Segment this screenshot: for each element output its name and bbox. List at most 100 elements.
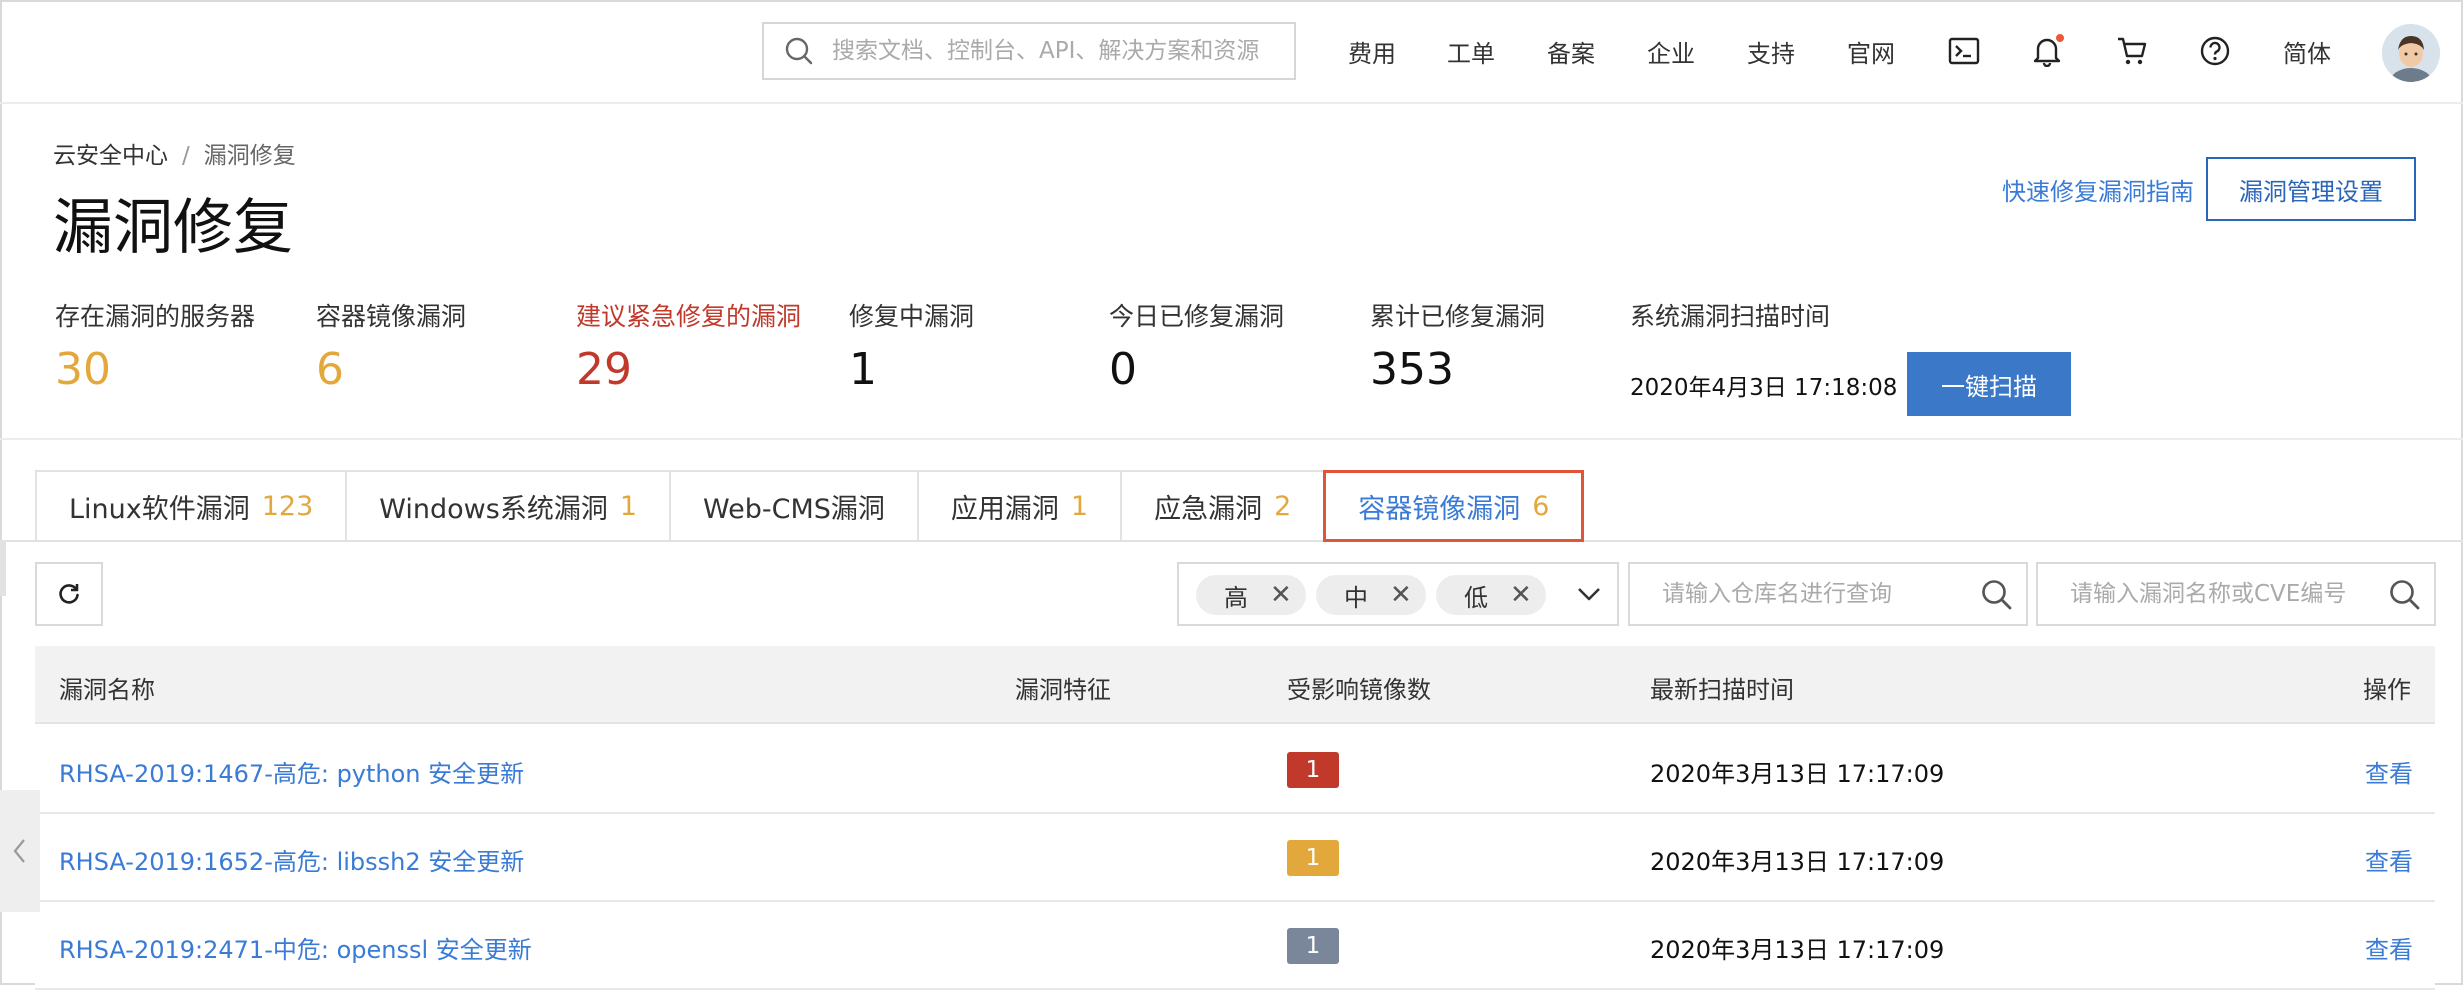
affected-count-badge: 1: [1287, 928, 1339, 964]
affected-count-badge: 1: [1287, 752, 1339, 788]
table-row: RHSA-2019:2471-中危: openssl 安全更新 1 2020年3…: [35, 902, 2435, 990]
tab-label: Windows系统漏洞: [379, 493, 608, 525]
column-header-name: 漏洞名称: [59, 676, 155, 704]
tab-count: 6: [1532, 490, 1550, 522]
search-icon: [785, 37, 813, 65]
bell-icon[interactable]: [2030, 34, 2064, 68]
level-tag-label: 低: [1464, 583, 1488, 612]
stat-value-servers[interactable]: 30: [55, 348, 111, 392]
vuln-search-input[interactable]: [2068, 580, 2372, 608]
table-row: RHSA-2019:1467-高危: python 安全更新 1 2020年3月…: [35, 726, 2435, 814]
view-link[interactable]: 查看: [2365, 754, 2413, 789]
notification-dot: [2056, 34, 2064, 42]
tab-count: 1: [619, 490, 638, 522]
column-header-action: 操作: [2363, 676, 2411, 704]
column-header-affected-images: 受影响镜像数: [1287, 676, 1431, 704]
tab-windows[interactable]: Windows系统漏洞 1: [345, 470, 670, 542]
level-tag-high: 高 ✕: [1196, 575, 1306, 615]
stat-value-fixing[interactable]: 1: [849, 348, 877, 392]
scan-time-cell: 2020年3月13日 17:17:09: [1650, 760, 1945, 788]
top-bar: 费用 工单 备案 企业 支持 官网 简体: [0, 0, 2463, 104]
affected-count-badge: 1: [1287, 840, 1339, 876]
search-icon[interactable]: [2388, 578, 2422, 612]
vuln-settings-button[interactable]: 漏洞管理设置: [2206, 157, 2416, 221]
scan-time-cell: 2020年3月13日 17:17:09: [1650, 936, 1945, 964]
tab-count: 1: [1070, 490, 1089, 522]
tab-label: Linux软件漏洞: [69, 493, 250, 525]
stat-value-fixed-total[interactable]: 353: [1370, 348, 1454, 392]
tab-label: 应用漏洞: [950, 493, 1059, 525]
nav-tickets[interactable]: 工单: [1447, 34, 1495, 69]
tab-linux[interactable]: Linux软件漏洞 123: [35, 470, 346, 542]
level-tag-medium: 中 ✕: [1316, 575, 1426, 615]
vuln-name-link[interactable]: RHSA-2019:2471-中危: openssl 安全更新: [59, 930, 532, 965]
view-link[interactable]: 查看: [2365, 842, 2413, 877]
help-icon[interactable]: [2198, 34, 2232, 68]
table-row: RHSA-2019:1652-高危: libssh2 安全更新 1 2020年3…: [35, 814, 2435, 902]
repo-search-input[interactable]: [1660, 580, 1964, 608]
remove-tag-icon[interactable]: ✕: [1510, 580, 1532, 610]
search-icon[interactable]: [1980, 578, 2014, 612]
cart-icon[interactable]: [2115, 34, 2149, 68]
stat-value-urgent[interactable]: 29: [576, 348, 632, 392]
tab-label: 容器镜像漏洞: [1358, 493, 1521, 525]
section-divider: [0, 438, 2463, 440]
terminal-icon[interactable]: [1947, 34, 1981, 68]
nav-filing[interactable]: 备案: [1547, 34, 1595, 69]
global-search[interactable]: [762, 22, 1296, 80]
user-avatar[interactable]: [2382, 24, 2440, 82]
vuln-name-link[interactable]: RHSA-2019:1467-高危: python 安全更新: [59, 754, 524, 789]
scan-time-label: 系统漏洞扫描时间: [1630, 302, 1831, 331]
left-edge-notch: [0, 540, 6, 596]
stat-label-servers: 存在漏洞的服务器: [55, 302, 256, 331]
breadcrumb-root[interactable]: 云安全中心: [53, 143, 168, 169]
table-header: 漏洞名称 漏洞特征 受影响镜像数 最新扫描时间 操作: [35, 646, 2435, 724]
chevron-down-icon[interactable]: [1575, 582, 1603, 606]
tab-count: 2: [1274, 490, 1292, 522]
breadcrumb-current: 漏洞修复: [203, 143, 296, 169]
nav-support[interactable]: 支持: [1747, 34, 1795, 69]
refresh-icon: [59, 584, 79, 604]
sidebar-collapse-handle[interactable]: [0, 790, 40, 912]
scan-time-value: 2020年4月3日 17:18:08: [1630, 375, 1898, 401]
stat-label-fixed-today: 今日已修复漏洞: [1109, 302, 1285, 331]
risk-level-filter[interactable]: 高 ✕ 中 ✕ 低 ✕: [1177, 562, 1619, 626]
tab-container-image[interactable]: 容器镜像漏洞 6: [1323, 470, 1585, 542]
stat-label-container: 容器镜像漏洞: [316, 302, 467, 331]
tab-emergency[interactable]: 应急漏洞 2: [1120, 470, 1324, 542]
chevron-left-icon: [13, 839, 25, 863]
vuln-name-link[interactable]: RHSA-2019:1652-高危: libssh2 安全更新: [59, 842, 524, 877]
stat-label-fixed-total: 累计已修复漏洞: [1370, 302, 1546, 331]
tab-count: 123: [261, 490, 314, 522]
page-title: 漏洞修复: [53, 193, 293, 263]
stat-label-fixing: 修复中漏洞: [849, 302, 975, 331]
nav-enterprise[interactable]: 企业: [1647, 34, 1695, 69]
level-tag-label: 高: [1224, 583, 1248, 612]
breadcrumb-separator: /: [182, 143, 190, 169]
column-header-scan-time: 最新扫描时间: [1650, 676, 1794, 704]
vuln-type-tabs: Linux软件漏洞 123 Windows系统漏洞 1 Web-CMS漏洞 应用漏洞…: [35, 470, 1585, 542]
nav-billing[interactable]: 费用: [1348, 34, 1396, 69]
one-click-scan-button[interactable]: 一键扫描: [1907, 352, 2071, 416]
refresh-button[interactable]: [35, 562, 103, 626]
tab-label: 应急漏洞: [1154, 493, 1263, 525]
breadcrumb: 云安全中心 / 漏洞修复: [53, 136, 296, 170]
level-tag-low: 低 ✕: [1436, 575, 1546, 615]
column-header-feature: 漏洞特征: [1015, 676, 1111, 704]
vuln-search[interactable]: [2036, 562, 2436, 626]
repo-search[interactable]: [1628, 562, 2028, 626]
remove-tag-icon[interactable]: ✕: [1270, 580, 1292, 610]
quick-fix-guide-link[interactable]: 快速修复漏洞指南: [2002, 172, 2194, 207]
view-link[interactable]: 查看: [2365, 930, 2413, 965]
stat-value-fixed-today[interactable]: 0: [1109, 348, 1137, 392]
global-search-input[interactable]: [830, 37, 1284, 65]
tab-application[interactable]: 应用漏洞 1: [916, 470, 1121, 542]
stat-value-container[interactable]: 6: [316, 348, 344, 392]
scan-time-cell: 2020年3月13日 17:17:09: [1650, 848, 1945, 876]
nav-official-site[interactable]: 官网: [1847, 34, 1895, 69]
tab-web-cms[interactable]: Web-CMS漏洞: [669, 470, 917, 542]
language-switch[interactable]: 简体: [2283, 34, 2331, 69]
stat-label-urgent: 建议紧急修复的漏洞: [576, 302, 802, 331]
remove-tag-icon[interactable]: ✕: [1390, 580, 1412, 610]
tab-label: Web-CMS漏洞: [703, 493, 885, 525]
